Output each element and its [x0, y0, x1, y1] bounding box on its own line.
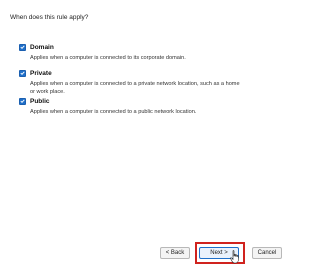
option-public: Public Applies when a computer is connec… — [19, 96, 245, 116]
public-checkbox[interactable] — [19, 97, 26, 105]
public-label[interactable]: Public — [30, 98, 50, 105]
domain-description: Applies when a computer is connected to … — [30, 55, 186, 61]
domain-checkbox[interactable] — [19, 43, 26, 51]
private-description: Applies when a computer is connected to … — [30, 81, 240, 95]
option-private: Private Applies when a computer is conne… — [19, 68, 245, 96]
option-domain: Domain Applies when a computer is connec… — [19, 42, 245, 62]
checkmark-icon — [20, 45, 25, 49]
question-text: When does this rule apply? — [10, 14, 89, 21]
back-button[interactable]: < Back — [160, 247, 190, 259]
checkmark-icon — [20, 71, 25, 75]
private-checkbox[interactable] — [19, 69, 26, 77]
public-description: Applies when a computer is connected to … — [30, 109, 197, 115]
domain-label[interactable]: Domain — [30, 44, 54, 51]
cancel-button[interactable]: Cancel — [252, 247, 282, 259]
checkmark-icon — [20, 99, 25, 103]
private-label[interactable]: Private — [30, 70, 52, 77]
hand-pointer-icon — [230, 250, 239, 264]
